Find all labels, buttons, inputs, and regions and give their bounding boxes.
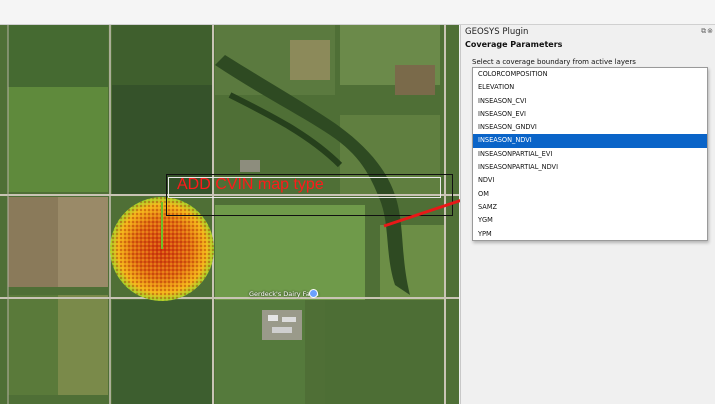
panel-title: GEOSYS Plugin: [465, 27, 529, 37]
dropdown-item[interactable]: INSEASON_NDVI: [473, 134, 707, 148]
dropdown-item[interactable]: ELEVATION: [473, 81, 707, 94]
dropdown-item[interactable]: YGM: [473, 214, 707, 227]
dropdown-item[interactable]: INSEASON_CVI: [473, 95, 707, 108]
place-pin-icon: [309, 289, 318, 298]
section-title: Coverage Parameters: [465, 40, 563, 49]
dropdown-item[interactable]: OM: [473, 188, 707, 201]
coverage-select-label: Select a coverage boundary from active l…: [472, 58, 636, 66]
toolbar: [0, 0, 715, 25]
dropdown-item[interactable]: INSEASONPARTIAL_NDVI: [473, 161, 707, 174]
annotation-text: ADD CVIN map type: [177, 176, 324, 193]
panel-window-controls-icon[interactable]: ⧉⊗: [701, 27, 714, 36]
dropdown-item[interactable]: YPM: [473, 228, 707, 241]
dropdown-item[interactable]: INSEASON_EVI: [473, 108, 707, 121]
geosys-plugin-panel: GEOSYS Plugin ⧉⊗ Coverage Parameters Sel…: [460, 25, 715, 404]
dropdown-item[interactable]: NDVI: [473, 174, 707, 187]
dropdown-item[interactable]: INSEASONPARTIAL_EVI: [473, 148, 707, 161]
dropdown-item[interactable]: INSEASON_GNDVI: [473, 121, 707, 134]
dropdown-item[interactable]: COLORCOMPOSITION: [473, 68, 707, 81]
coverage-dropdown-list[interactable]: COLORCOMPOSITION ELEVATION INSEASON_CVI INS…: [472, 67, 708, 241]
dropdown-item[interactable]: SAMZ: [473, 201, 707, 214]
